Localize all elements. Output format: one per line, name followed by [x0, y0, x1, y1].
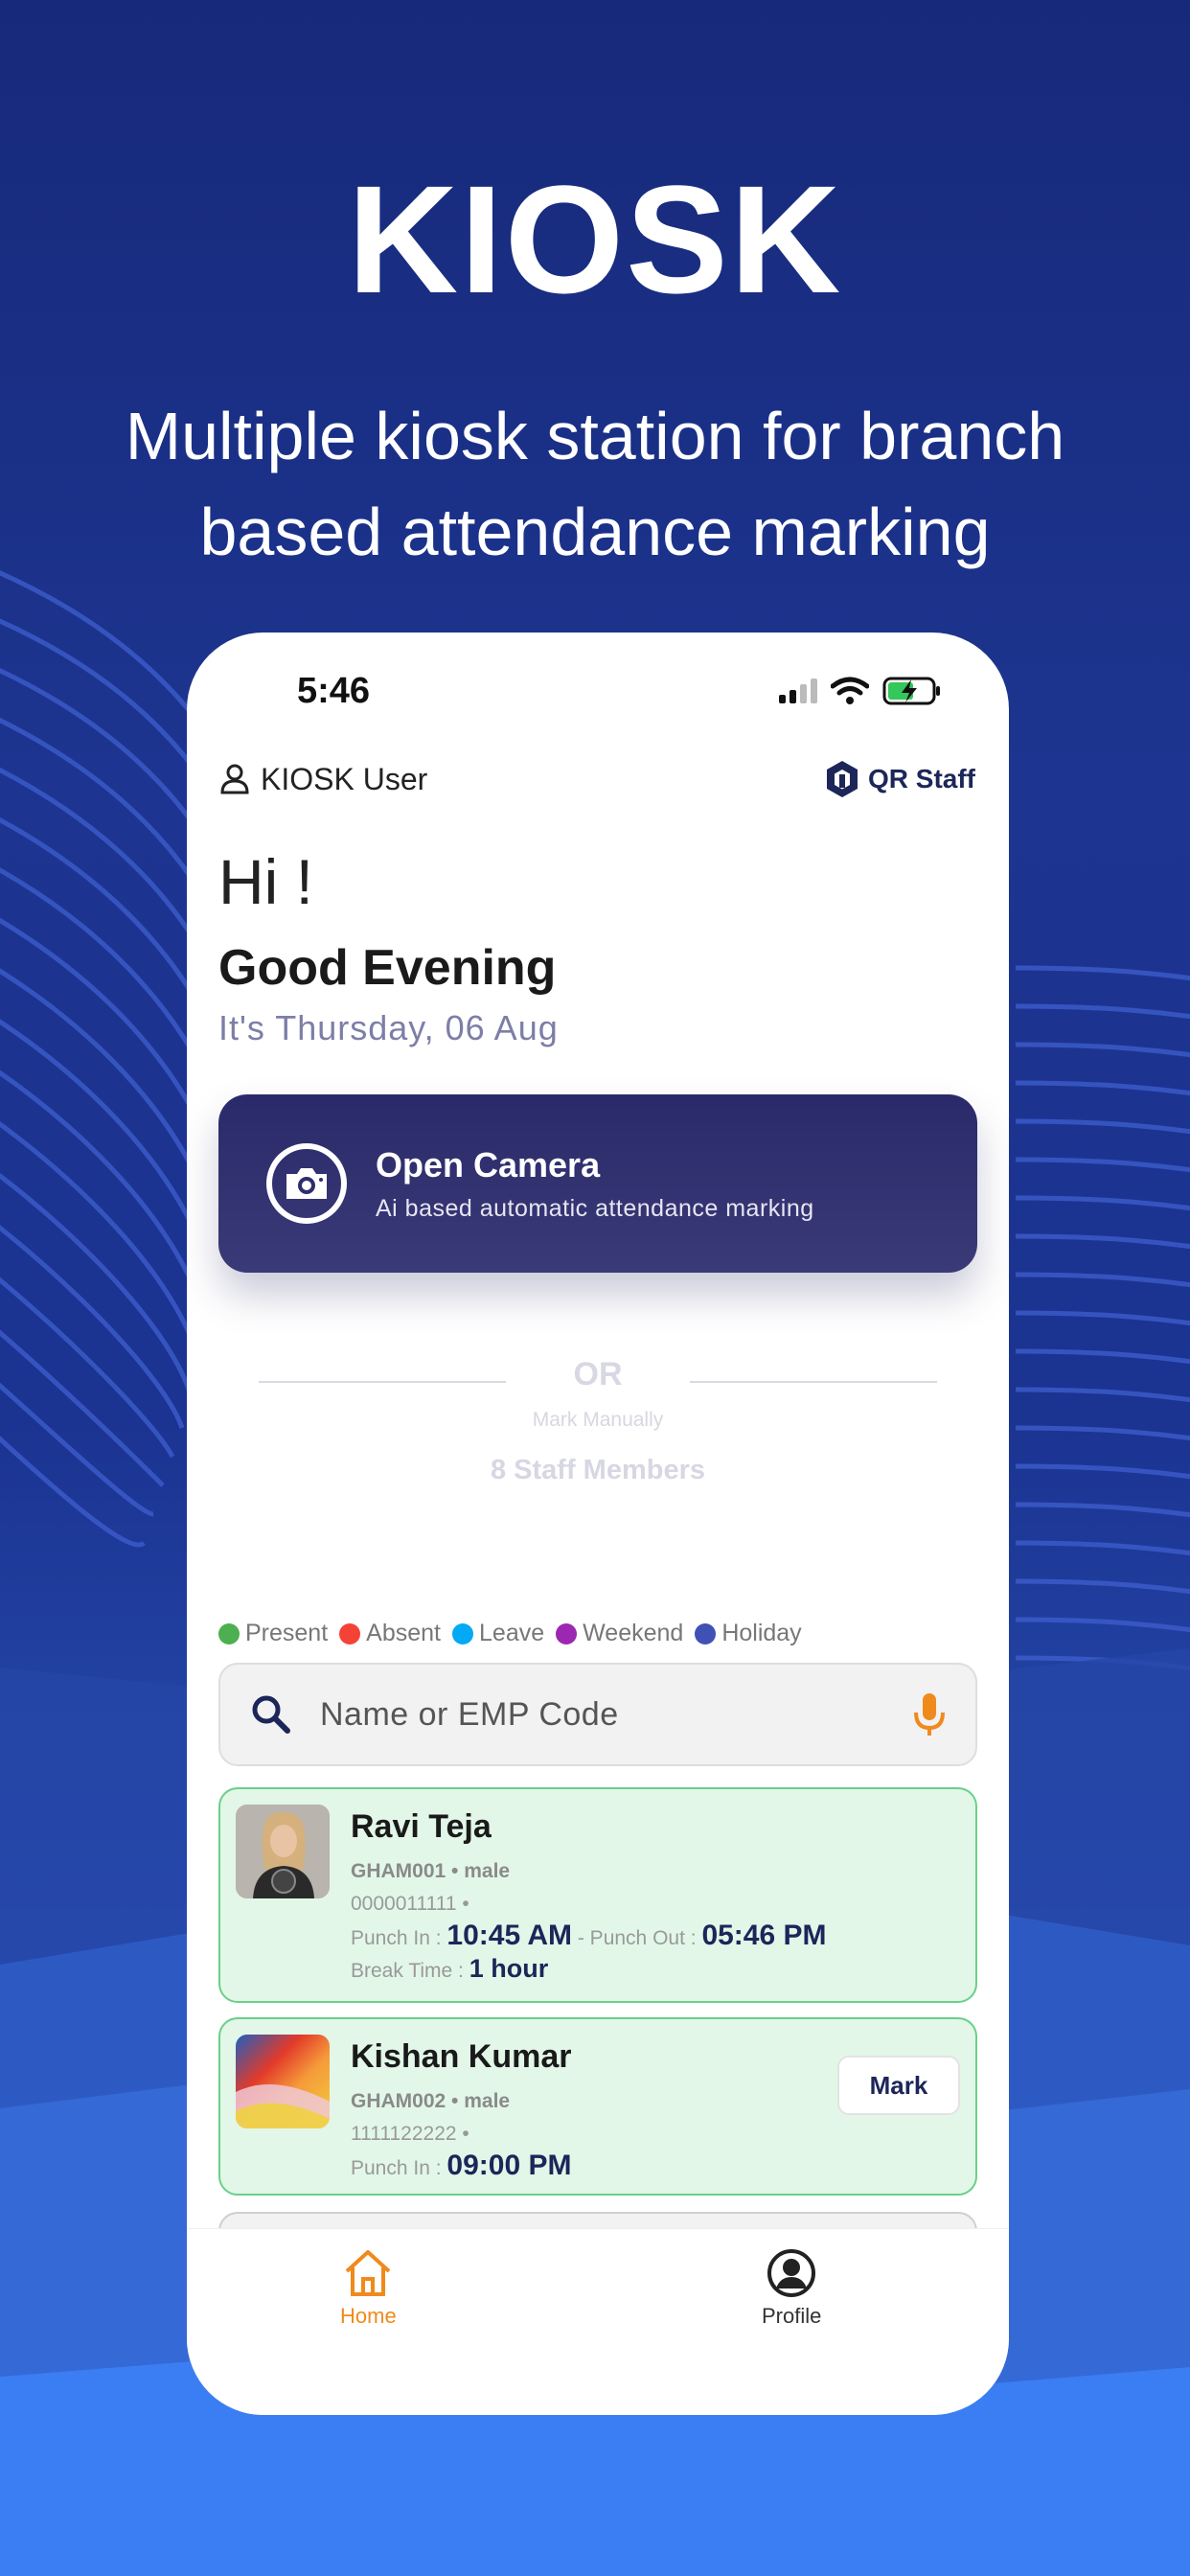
status-icons: [779, 676, 942, 706]
brand-logo: QR Staff: [824, 759, 975, 799]
phone-screen: 5:46 KIOSK User QR Staff Hi ! Good Eveni…: [187, 632, 1009, 2415]
qr-staff-logo-icon: [827, 761, 858, 797]
bottom-tab-bar: Home Profile: [187, 2228, 1009, 2415]
camera-title: Open Camera: [376, 1144, 601, 1184]
divider-line-right: [690, 1381, 937, 1383]
present-dot-icon: [218, 1622, 240, 1644]
brand-name: QR Staff: [868, 764, 975, 794]
greeting-date: It's Thursday, 06 Aug: [218, 1008, 559, 1047]
legend-present: Present: [218, 1620, 328, 1647]
legend-weekend: Weekend: [556, 1620, 683, 1647]
absent-dot-icon: [339, 1622, 361, 1644]
tab-profile-label: Profile: [762, 2304, 822, 2328]
microphone-icon[interactable]: [912, 1691, 947, 1737]
legend-absent: Absent: [339, 1620, 441, 1647]
camera-icon: [266, 1143, 347, 1224]
punch-times: Punch In : 10:45 AM - Punch Out : 05:46 …: [351, 1920, 827, 1951]
home-icon: [345, 2250, 391, 2296]
search-icon: [252, 1695, 290, 1734]
avatar: [236, 2035, 330, 2128]
signal-icon: [779, 678, 817, 703]
open-camera-button[interactable]: Open Camera Ai based automatic attendanc…: [218, 1094, 977, 1273]
hero-subtitle: Multiple kiosk station for branch based …: [38, 388, 1152, 580]
employee-card[interactable]: Kishan Kumar GHAM002 • male 1111122222 •…: [218, 2017, 977, 2196]
search-input[interactable]: Name or EMP Code: [218, 1663, 977, 1766]
employee-code: GHAM001 • male: [351, 1860, 511, 1882]
employee-card[interactable]: Ravi Teja GHAM001 • male 0000011111 • Pu…: [218, 1787, 977, 2003]
employee-phone: 1111122222 •: [351, 2123, 469, 2145]
weekend-dot-icon: [556, 1622, 578, 1644]
legend-leave: Leave: [452, 1620, 544, 1647]
or-divider: OR: [259, 1356, 937, 1394]
hero-title: KIOSK: [347, 153, 843, 325]
tab-home-label: Home: [340, 2304, 397, 2328]
status-time: 5:46: [297, 671, 371, 711]
wifi-icon: [831, 677, 869, 704]
employee-name: Kishan Kumar: [351, 2038, 572, 2075]
greeting-message: Good Evening: [218, 940, 557, 996]
punch-out-time: 05:46 PM: [701, 1920, 827, 1951]
break-time: Break Time : 1 hour: [351, 1954, 549, 1983]
punch-in-time: 09:00 PM: [446, 2150, 572, 2181]
battery-charging-icon: [882, 677, 940, 705]
employee-code: GHAM002 • male: [351, 2090, 511, 2112]
break-time-value: 1 hour: [469, 1954, 549, 1983]
profile-icon: [767, 2249, 816, 2297]
legend-holiday: Holiday: [695, 1620, 802, 1647]
camera-subtitle: Ai based automatic attendance marking: [376, 1194, 814, 1222]
avatar: [236, 1805, 330, 1898]
kiosk-user[interactable]: KIOSK User: [220, 762, 427, 797]
employee-name: Ravi Teja: [351, 1808, 492, 1845]
punch-times: Punch In : 09:00 PM: [351, 2150, 572, 2181]
leave-dot-icon: [452, 1622, 474, 1644]
hero-subtitle-line1: Multiple kiosk station for branch: [125, 399, 1065, 473]
status-legend: Present Absent Leave Weekend Holiday: [218, 1620, 802, 1647]
kiosk-user-label: KIOSK User: [261, 761, 428, 796]
tab-home[interactable]: Home: [340, 2248, 397, 2329]
employee-phone: 0000011111 •: [351, 1893, 469, 1915]
greeting-hi: Hi !: [218, 846, 313, 917]
hero-subtitle-line2: based attendance marking: [199, 494, 991, 569]
holiday-dot-icon: [695, 1622, 717, 1644]
mark-manually-label: Mark Manually: [532, 1409, 664, 1431]
tab-profile[interactable]: Profile: [762, 2248, 821, 2329]
top-bar: KIOSK User QR Staff: [220, 755, 975, 803]
staff-count: 8 Staff Members: [490, 1455, 705, 1485]
mark-button[interactable]: Mark: [837, 2056, 960, 2115]
search-placeholder: Name or EMP Code: [320, 1695, 619, 1733]
user-icon: [220, 764, 249, 794]
or-text: OR: [573, 1356, 623, 1392]
punch-in-time: 10:45 AM: [446, 1920, 573, 1951]
